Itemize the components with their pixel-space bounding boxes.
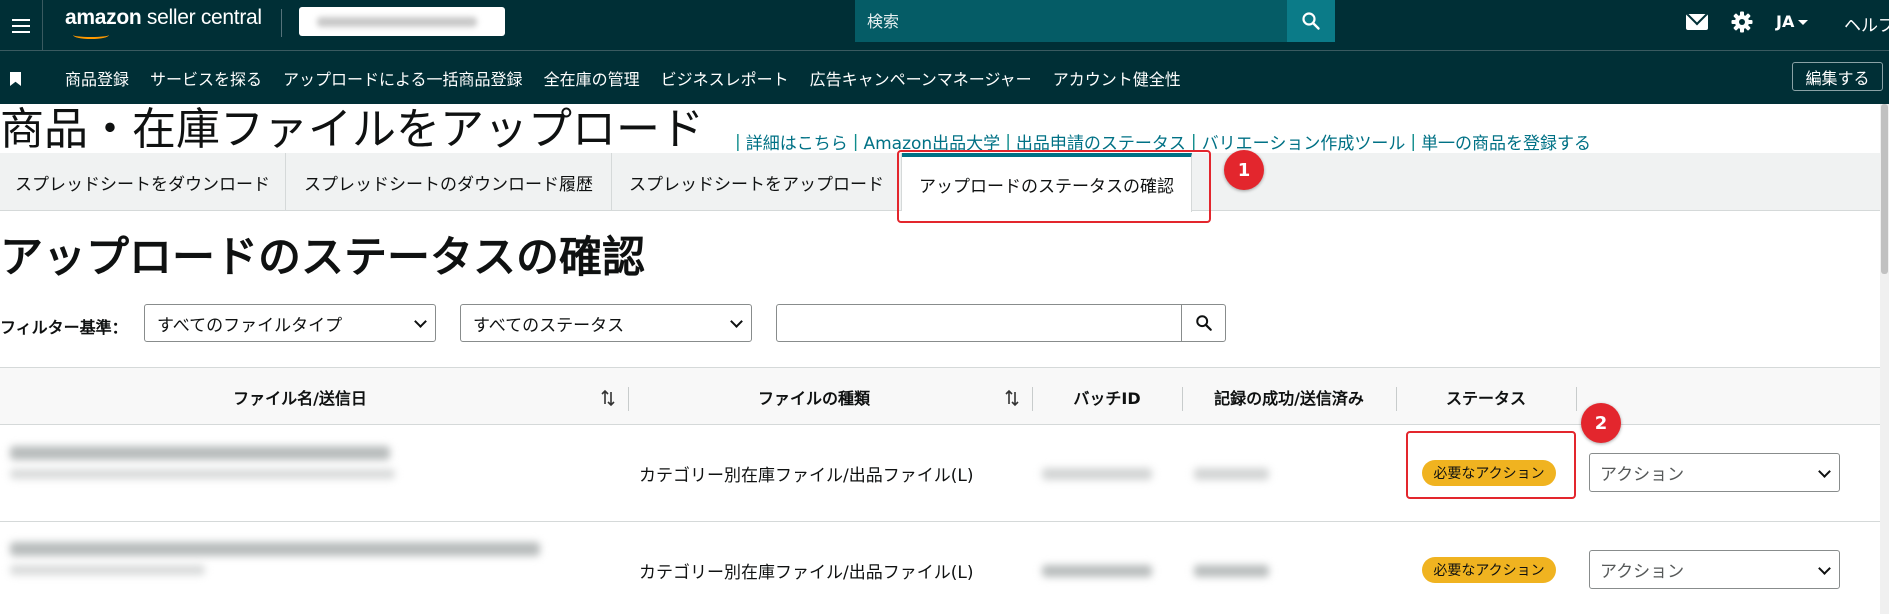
- nav-item-campaign-manager[interactable]: 広告キャンペーンマネージャー: [810, 66, 1032, 90]
- redacted-submit-date: [10, 565, 205, 575]
- tab-download-spreadsheet[interactable]: スプレッドシートをダウンロード: [0, 153, 286, 211]
- annotation-highlight-tab: [897, 150, 1211, 223]
- file-type-select-value: すべてのファイルタイプ: [157, 315, 343, 336]
- section-title: アップロードのステータスの確認: [0, 233, 645, 283]
- tab-upload-spreadsheet[interactable]: スプレッドシートをアップロード: [612, 153, 902, 211]
- page-scrollbar[interactable]: [1880, 104, 1889, 614]
- annotation-badge-2: 2: [1581, 403, 1621, 443]
- action-select[interactable]: アクション: [1589, 550, 1840, 589]
- nav-items: 商品登録 サービスを探る アップロードによる一括商品登録 全在庫の管理 ビジネス…: [65, 51, 1202, 104]
- caret-down-icon: [1798, 20, 1809, 25]
- logo-light: seller central: [141, 6, 262, 29]
- table-row: カテゴリー別在庫ファイル/出品ファイル(L) 必要なアクション アクション: [0, 522, 1889, 614]
- language-label: JA: [1776, 12, 1795, 31]
- edit-nav-button[interactable]: 編集する: [1792, 62, 1883, 91]
- scrollbar-thumb[interactable]: [1881, 104, 1888, 274]
- file-type-cell: カテゴリー別在庫ファイル/出品ファイル(L): [639, 562, 974, 583]
- chevron-down-icon: [1818, 562, 1831, 575]
- nav-item-account-health[interactable]: アカウント健全性: [1053, 66, 1181, 90]
- account-switcher[interactable]: [299, 7, 505, 36]
- gear-icon[interactable]: [1730, 10, 1754, 34]
- language-selector[interactable]: JA: [1776, 12, 1809, 31]
- status-select-value: すべてのステータス: [473, 315, 625, 336]
- mail-icon[interactable]: [1686, 14, 1708, 30]
- action-select-value: アクション: [1600, 562, 1685, 582]
- amazon-smile-icon: [73, 31, 109, 39]
- chevron-down-icon: [730, 315, 743, 328]
- column-header-file-name: ファイル名/送信日: [233, 389, 367, 408]
- redacted-batch-id: [1042, 565, 1152, 577]
- logo-bold: amazon: [65, 6, 142, 29]
- nav-item-business-reports[interactable]: ビジネスレポート: [661, 66, 789, 90]
- tab-download-history[interactable]: スプレッドシートのダウンロード履歴: [286, 153, 612, 211]
- action-select[interactable]: アクション: [1589, 453, 1840, 492]
- global-search: [855, 0, 1335, 42]
- nav-item-bulk-upload[interactable]: アップロードによる一括商品登録: [283, 66, 523, 90]
- seller-central-logo[interactable]: amazon seller central: [65, 6, 262, 39]
- chevron-down-icon: [414, 315, 427, 328]
- column-header-status: ステータス: [1445, 389, 1526, 408]
- search-icon: [1195, 315, 1212, 331]
- logo-divider: [281, 9, 282, 37]
- annotation-highlight-status: [1406, 431, 1576, 499]
- annotation-badge-1: 1: [1224, 150, 1264, 190]
- redacted-records: [1194, 468, 1269, 480]
- global-search-button[interactable]: [1287, 0, 1335, 42]
- action-select-value: アクション: [1600, 465, 1685, 485]
- file-type-cell: カテゴリー別在庫ファイル/出品ファイル(L): [639, 465, 974, 486]
- file-type-select[interactable]: すべてのファイルタイプ: [144, 304, 436, 342]
- status-badge[interactable]: 必要なアクション: [1422, 557, 1556, 583]
- redacted-records: [1194, 565, 1269, 577]
- help-link[interactable]: ヘルプ: [1844, 11, 1889, 36]
- filter-search-button[interactable]: [1181, 304, 1226, 342]
- nav-bar: 商品登録 サービスを探る アップロードによる一括商品登録 全在庫の管理 ビジネス…: [0, 51, 1889, 104]
- redacted-file-name: [10, 542, 540, 556]
- status-select[interactable]: すべてのステータス: [460, 304, 752, 342]
- link-variation-wizard[interactable]: バリエーション作成ツール: [1202, 129, 1406, 154]
- page-title: 商品・在庫ファイルをアップロード: [0, 104, 704, 155]
- link-add-single-product[interactable]: 単一の商品を登録する: [1421, 129, 1591, 154]
- column-header-records: 記録の成功/送信済み: [1214, 389, 1364, 408]
- menu-icon[interactable]: [0, 0, 43, 51]
- column-header-batch-id: バッチID: [1073, 389, 1141, 408]
- search-icon: [1302, 12, 1320, 30]
- global-search-input[interactable]: [855, 0, 1287, 42]
- sort-icon[interactable]: [1004, 389, 1020, 407]
- top-bar: amazon seller central JA ヘルプ: [0, 0, 1889, 51]
- nav-item-explore-services[interactable]: サービスを探る: [150, 66, 262, 90]
- link-learn-more[interactable]: 詳細はこちら: [746, 129, 848, 154]
- nav-item-product-listing[interactable]: 商品登録: [65, 66, 129, 90]
- nav-item-manage-inventory[interactable]: 全在庫の管理: [544, 66, 640, 90]
- redacted-submit-date: [10, 469, 395, 479]
- filter-search-input[interactable]: [776, 304, 1182, 342]
- redacted-batch-id: [1042, 468, 1152, 480]
- bookmark-icon[interactable]: [10, 72, 21, 86]
- column-header-file-type: ファイルの種類: [757, 389, 870, 408]
- redacted-account-name: [317, 17, 477, 27]
- chevron-down-icon: [1818, 465, 1831, 478]
- redacted-file-name: [10, 446, 390, 460]
- sort-icon[interactable]: [600, 389, 616, 407]
- filter-label: フィルター基準：: [0, 318, 128, 337]
